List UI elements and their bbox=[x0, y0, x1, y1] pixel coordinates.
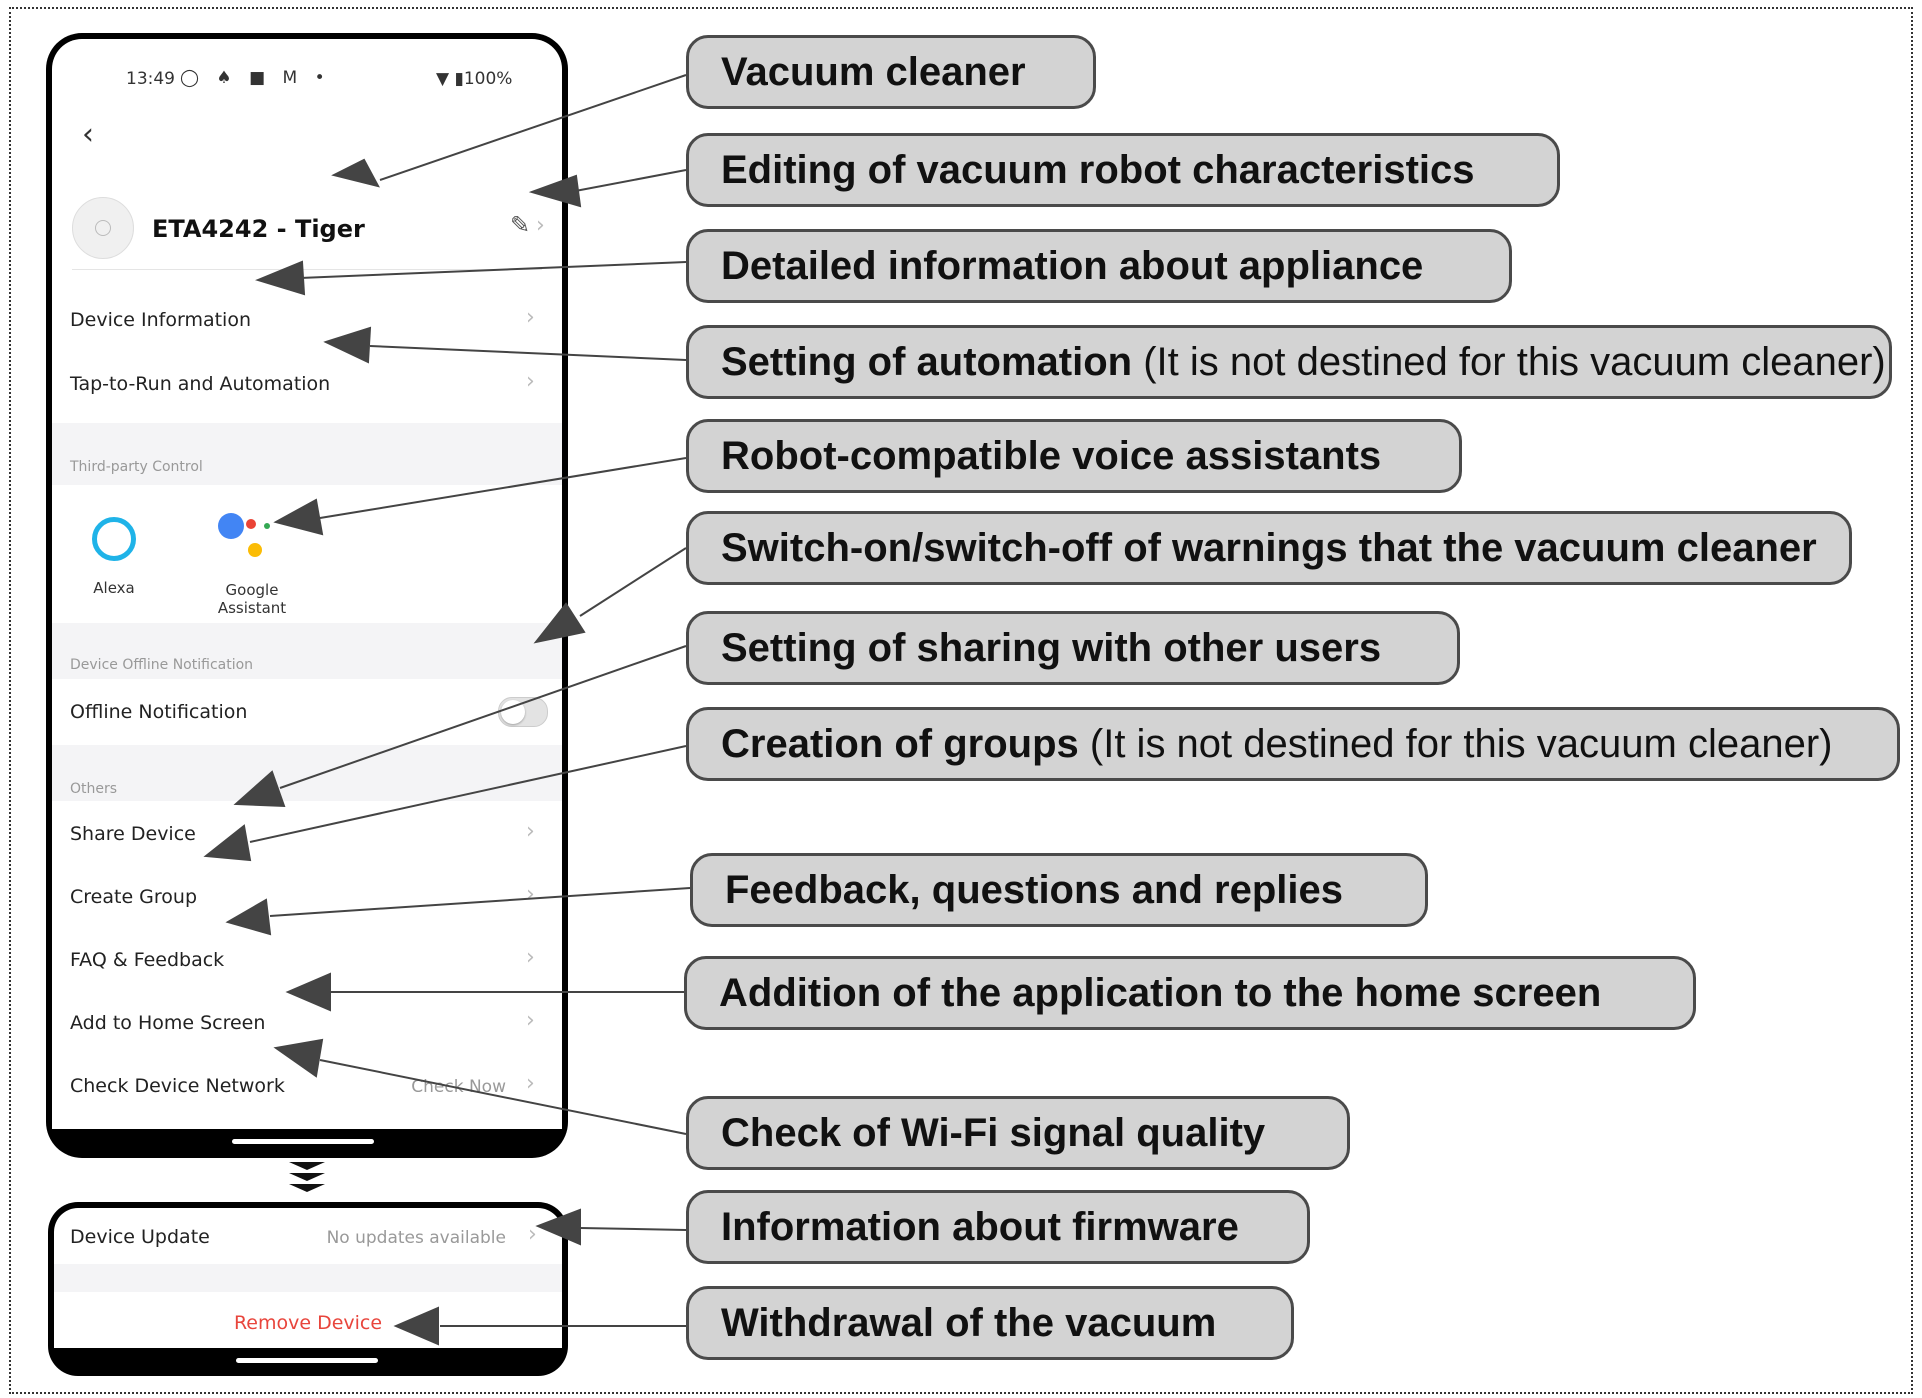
arrow-editing bbox=[569, 169, 687, 193]
arrow-detailed bbox=[299, 261, 687, 279]
arrow-automation bbox=[369, 345, 687, 361]
arrow-vacuum bbox=[379, 74, 687, 181]
arrowhead bbox=[331, 158, 380, 188]
arrow-groups bbox=[249, 745, 687, 843]
arrow-firmware bbox=[579, 1227, 687, 1231]
arrow-sharing bbox=[279, 645, 687, 789]
arrow-wifi bbox=[319, 1059, 687, 1135]
arrow-feedback bbox=[269, 887, 691, 917]
arrow-warnings bbox=[579, 547, 687, 617]
annotation-arrows bbox=[203, 74, 691, 1346]
arrow-voice bbox=[319, 457, 687, 519]
